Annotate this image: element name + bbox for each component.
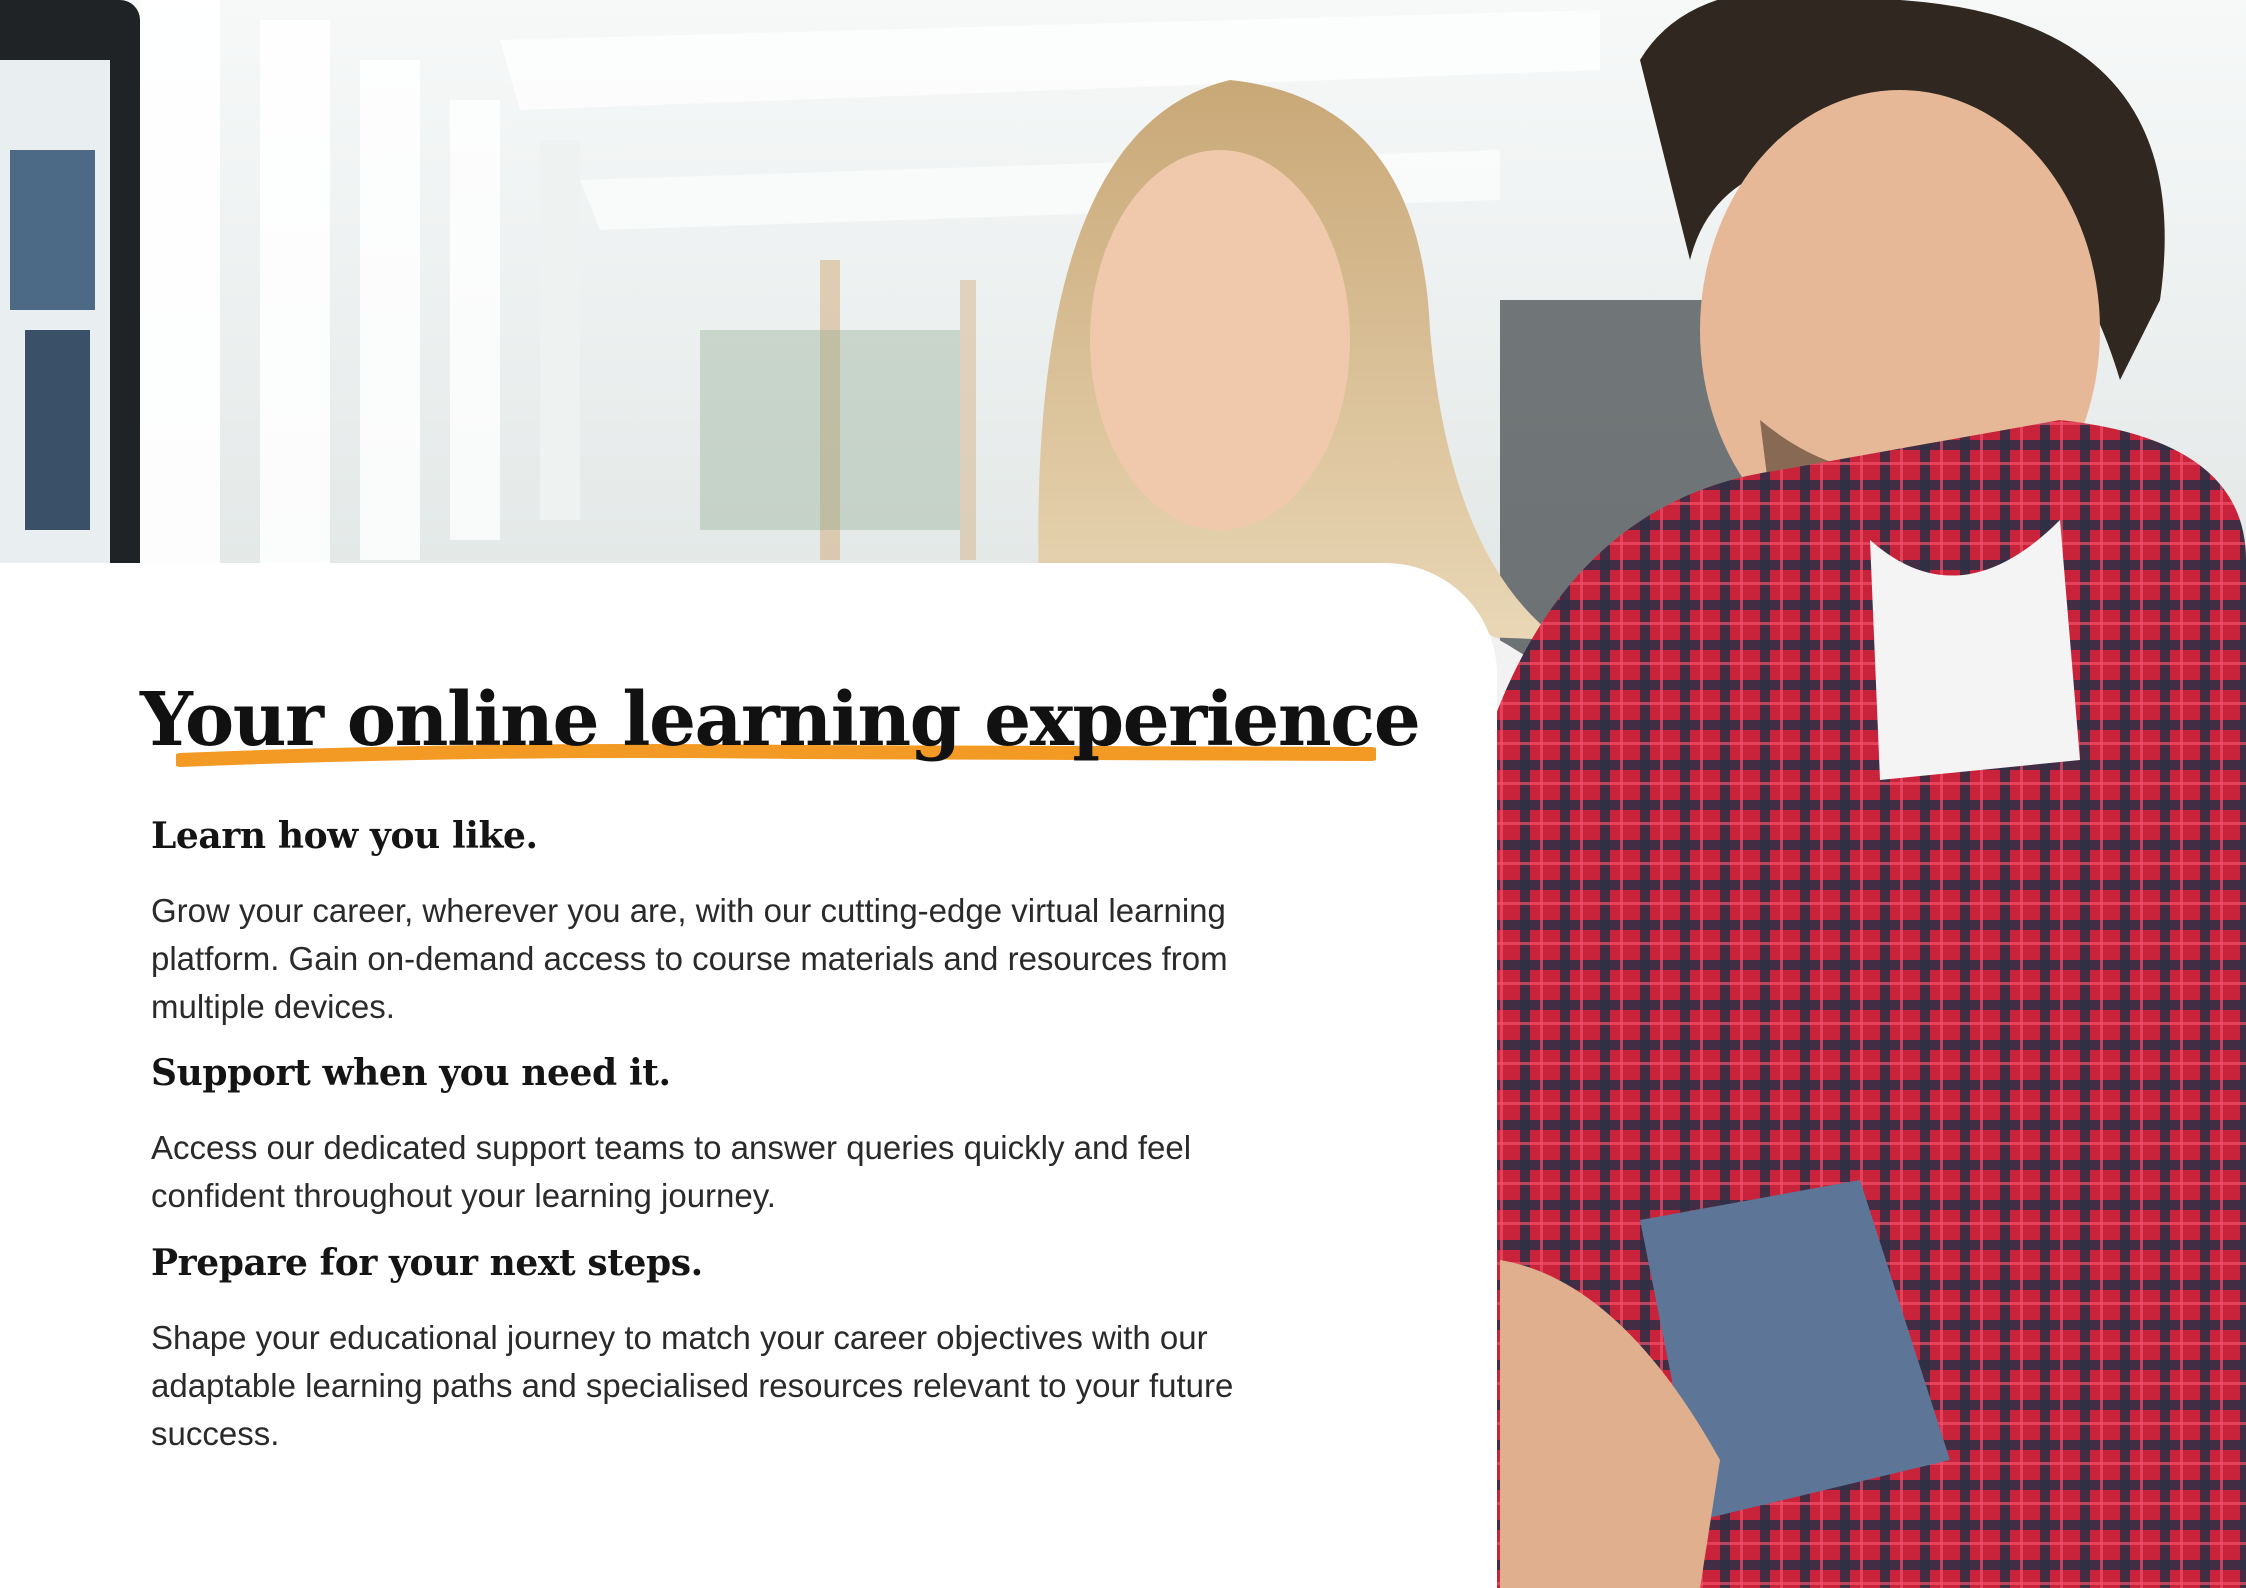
section-heading: Learn how you like. (151, 815, 538, 857)
section-support: Support when you need it. Access our ded… (151, 1050, 1301, 1220)
section-learn: Learn how you like. Grow your career, wh… (151, 813, 1301, 1031)
section-body: Access our dedicated support teams to an… (151, 1129, 1192, 1214)
section-heading: Prepare for your next steps. (151, 1242, 703, 1284)
section-body: Grow your career, wherever you are, with… (151, 892, 1228, 1025)
section-heading: Support when you need it. (151, 1052, 671, 1094)
page-title: Your online learning experience (140, 677, 1421, 763)
section-next-steps: Prepare for your next steps. Shape your … (151, 1240, 1301, 1458)
headline-block: Your online learning experience (140, 670, 1421, 780)
section-body: Shape your educational journey to match … (151, 1319, 1234, 1452)
